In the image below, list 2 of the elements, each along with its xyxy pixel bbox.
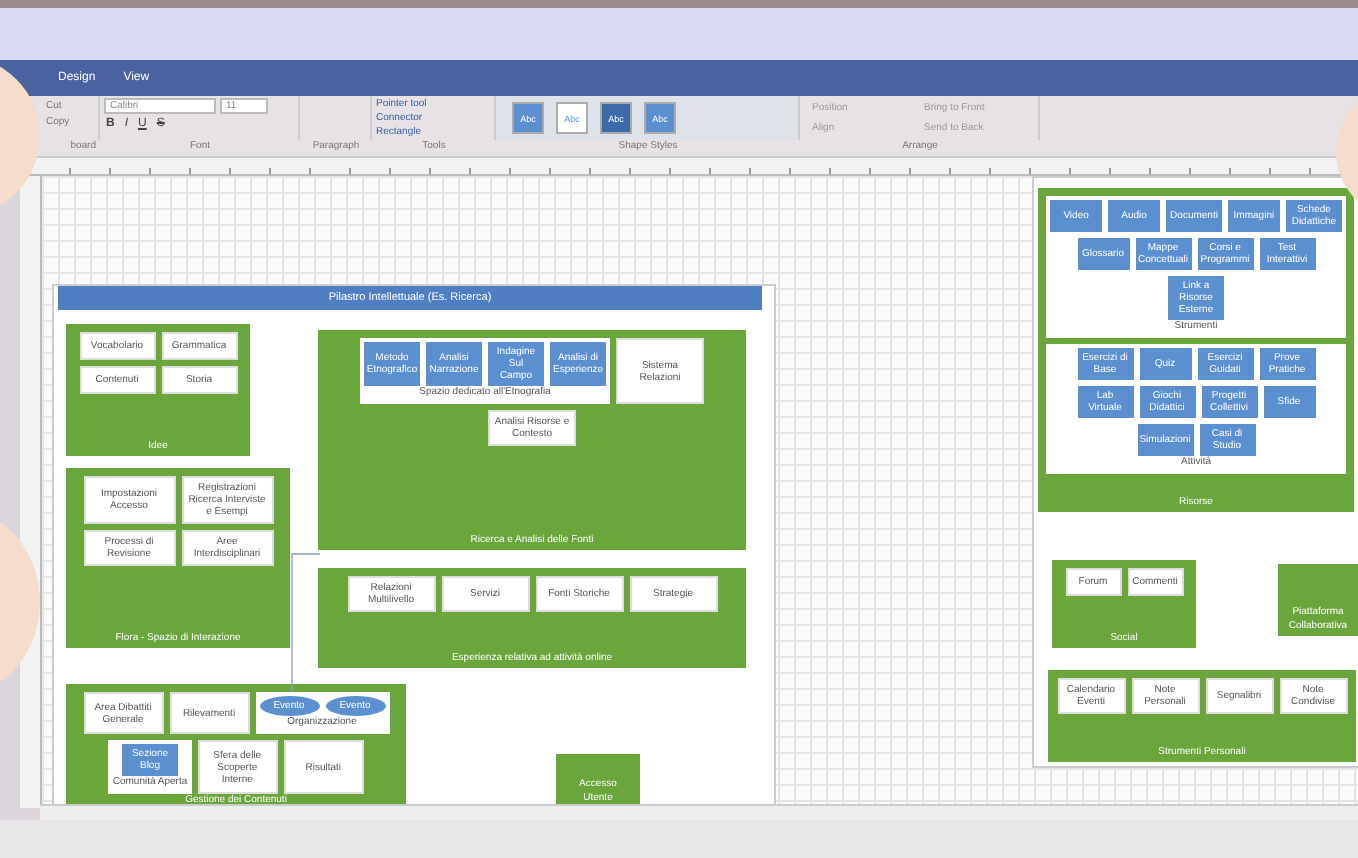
connector-line — [290, 552, 322, 692]
diagram-container[interactable] — [1038, 188, 1354, 512]
